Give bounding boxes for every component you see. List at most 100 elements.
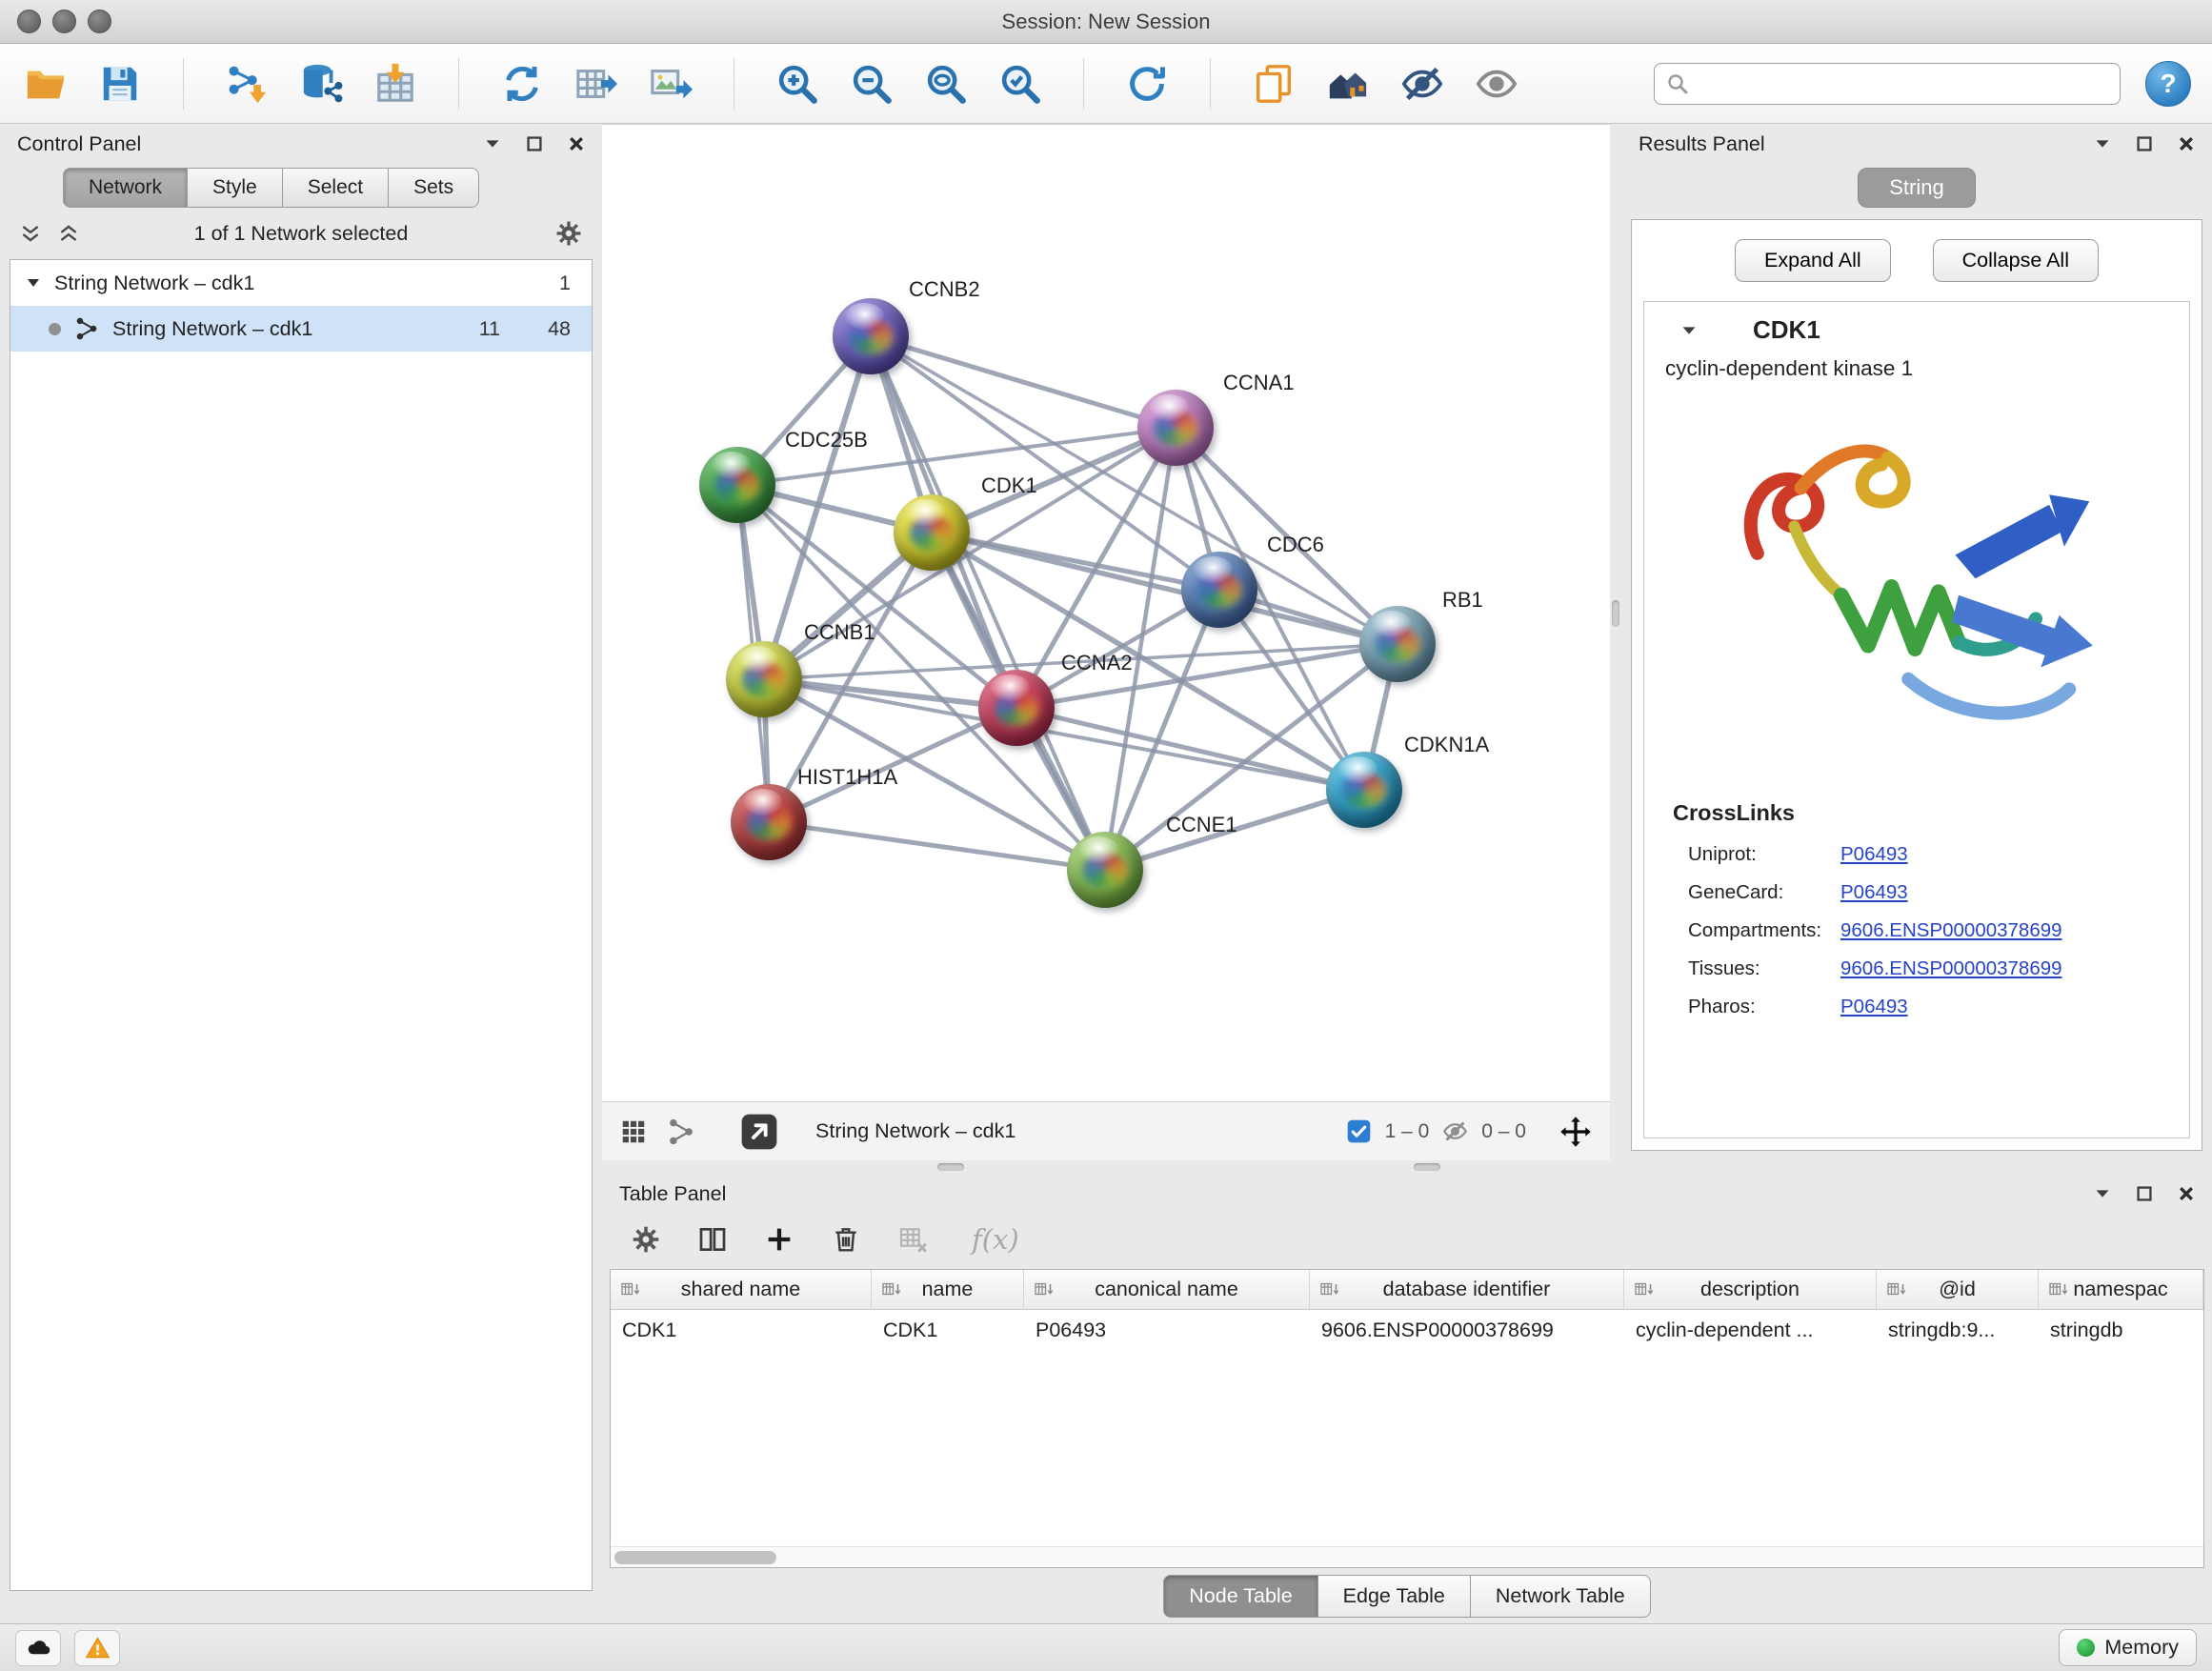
network-collection-row[interactable]: String Network – cdk1 1: [10, 260, 592, 306]
vertical-splitter[interactable]: [1610, 124, 1621, 1160]
show-panels-button[interactable]: [1472, 57, 1521, 111]
network-row[interactable]: String Network – cdk1 11 48: [10, 306, 592, 352]
crosslink-link[interactable]: P06493: [1840, 996, 1908, 1018]
export-image-button[interactable]: [646, 57, 695, 111]
horizontal-splitter[interactable]: [602, 1160, 2212, 1174]
import-network-from-file-button[interactable]: [222, 57, 271, 111]
import-table-from-file-button[interactable]: [371, 57, 420, 111]
string-tab[interactable]: String: [1858, 168, 1975, 208]
crosslink-link[interactable]: P06493: [1840, 843, 1908, 866]
crosslink-link[interactable]: 9606.ENSP00000378699: [1840, 957, 2062, 980]
maximize-window-button[interactable]: [88, 10, 111, 33]
hide-panels-button[interactable]: [1398, 57, 1447, 111]
close-window-button[interactable]: [17, 10, 41, 33]
crosslink-link[interactable]: P06493: [1840, 881, 1908, 904]
cloud-status-button[interactable]: [15, 1630, 61, 1666]
column-header-id[interactable]: @id: [1877, 1270, 2039, 1309]
panel-menu-chevron-icon[interactable]: [2094, 135, 2111, 152]
search-box[interactable]: [1654, 63, 2121, 105]
collapse-tree-icon[interactable]: [19, 222, 42, 245]
node-HIST1H1A[interactable]: [731, 784, 807, 860]
memory-button[interactable]: Memory: [2059, 1629, 2197, 1666]
panel-close-icon[interactable]: [568, 135, 585, 152]
search-input[interactable]: [1699, 72, 2108, 95]
collection-expander-icon[interactable]: [26, 275, 41, 291]
node-CCNA2[interactable]: [978, 670, 1055, 746]
panel-menu-chevron-icon[interactable]: [2094, 1185, 2111, 1202]
zoom-in-button[interactable]: [773, 57, 822, 111]
node-CDC25B[interactable]: [699, 447, 775, 523]
column-header-name[interactable]: name: [872, 1270, 1024, 1309]
node-CDC6[interactable]: [1181, 552, 1257, 628]
network-options-gear-icon[interactable]: [554, 219, 583, 248]
delete-column-icon[interactable]: [831, 1224, 861, 1255]
splitter-handle[interactable]: [1612, 600, 1619, 627]
minimize-window-button[interactable]: [52, 10, 76, 33]
open-in-window-button[interactable]: [739, 1112, 779, 1152]
node-CCNB2[interactable]: [833, 298, 909, 374]
save-session-button[interactable]: [95, 57, 145, 111]
node-CCNB1[interactable]: [726, 641, 802, 717]
scrollbar-thumb[interactable]: [614, 1551, 776, 1564]
tab-style[interactable]: Style: [188, 168, 283, 208]
panel-close-icon[interactable]: [2178, 1185, 2195, 1202]
table-horizontal-scrollbar[interactable]: [611, 1546, 2203, 1567]
expand-tree-icon[interactable]: [57, 222, 80, 245]
protein-expander-icon[interactable]: [1680, 322, 1698, 339]
node-CCNE1[interactable]: [1067, 832, 1143, 908]
clone-network-button[interactable]: [1249, 57, 1298, 111]
network-node-count: 11: [479, 317, 500, 341]
column-header-database-identifier[interactable]: database identifier: [1310, 1270, 1624, 1309]
tab-sets[interactable]: Sets: [389, 168, 479, 208]
selected-checkbox-icon[interactable]: [1346, 1118, 1372, 1144]
warnings-button[interactable]: [74, 1630, 120, 1666]
crosslink-label: Compartments:: [1688, 919, 1833, 942]
node-RB1[interactable]: [1359, 606, 1436, 682]
node-CDK1[interactable]: [894, 494, 970, 571]
panel-close-icon[interactable]: [2178, 135, 2195, 152]
zoom-selected-button[interactable]: [995, 57, 1045, 111]
toolbar-separator: [458, 58, 459, 110]
refresh-network-button[interactable]: [1122, 57, 1172, 111]
tab-select[interactable]: Select: [283, 168, 389, 208]
network-overview-icon[interactable]: [667, 1117, 695, 1146]
export-table-button[interactable]: [572, 57, 621, 111]
new-network-from-selection-button[interactable]: [497, 57, 547, 111]
add-column-icon[interactable]: [764, 1224, 794, 1255]
tab-network[interactable]: Network: [63, 168, 188, 208]
tab-edge-table[interactable]: Edge Table: [1318, 1575, 1471, 1618]
network-view[interactable]: CCNB2CCNA1CDC25BCDK1CDC6RB1CCNB1CCNA2CDK…: [602, 124, 1610, 1160]
import-network-from-database-button[interactable]: [296, 57, 346, 111]
node-table: shared namenamecanonical namedatabase id…: [610, 1269, 2204, 1568]
help-button[interactable]: ?: [2145, 61, 2191, 107]
panel-float-icon[interactable]: [526, 135, 543, 152]
home-button[interactable]: [1323, 57, 1373, 111]
open-session-button[interactable]: [21, 57, 70, 111]
column-header-description[interactable]: description: [1624, 1270, 1877, 1309]
crosslink-link[interactable]: 9606.ENSP00000378699: [1840, 919, 2062, 942]
tab-node-table[interactable]: Node Table: [1163, 1575, 1317, 1618]
tab-network-table[interactable]: Network Table: [1471, 1575, 1651, 1618]
collapse-all-button[interactable]: Collapse All: [1933, 239, 2099, 282]
panel-float-icon[interactable]: [2136, 135, 2153, 152]
panel-menu-chevron-icon[interactable]: [484, 135, 501, 152]
pan-mode-icon[interactable]: [1558, 1115, 1593, 1149]
grid-view-icon[interactable]: [619, 1117, 648, 1146]
node-CCNA1[interactable]: [1137, 390, 1214, 466]
zoom-fit-button[interactable]: [921, 57, 971, 111]
hidden-eye-icon[interactable]: [1442, 1118, 1468, 1144]
column-header-namespac[interactable]: namespac: [2039, 1270, 2203, 1309]
column-header-shared-name[interactable]: shared name: [611, 1270, 872, 1309]
table-row[interactable]: CDK1CDK1P064939606.ENSP00000378699cyclin…: [611, 1310, 2203, 1350]
crosslinks-list: Uniprot:P06493GeneCard:P06493Compartment…: [1644, 836, 2189, 1026]
table-settings-gear-icon[interactable]: [631, 1224, 661, 1255]
splitter-handle[interactable]: [937, 1163, 964, 1171]
panel-float-icon[interactable]: [2136, 1185, 2153, 1202]
expand-all-button[interactable]: Expand All: [1735, 239, 1891, 282]
zoom-out-button[interactable]: [847, 57, 896, 111]
column-label: @id: [1939, 1278, 1976, 1301]
column-header-canonical-name[interactable]: canonical name: [1024, 1270, 1310, 1309]
node-CDKN1A[interactable]: [1326, 752, 1402, 828]
splitter-handle[interactable]: [1414, 1163, 1440, 1171]
show-columns-icon[interactable]: [697, 1224, 728, 1255]
